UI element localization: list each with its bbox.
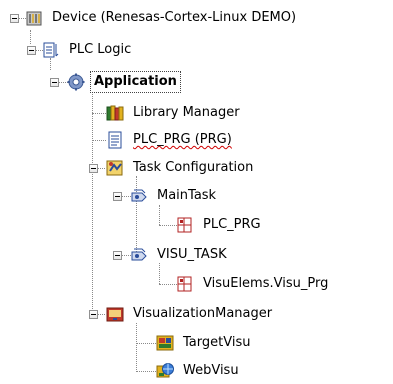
- tree-connector: [92, 140, 106, 141]
- tree-node-visu-task-program-call[interactable]: VisuElems.Visu_Prg: [176, 273, 331, 295]
- tree-connector: [92, 91, 93, 311]
- collapse-toggle-main-task[interactable]: [113, 192, 122, 201]
- plc-logic-icon: [42, 41, 60, 59]
- tree-node-label: VISU_TASK: [157, 247, 227, 262]
- library-books-icon: [106, 104, 124, 122]
- tree-node-library-manager[interactable]: Library Manager: [106, 102, 243, 124]
- collapse-toggle-visu-task[interactable]: [113, 251, 122, 260]
- collapse-toggle-task-configuration[interactable]: [89, 164, 98, 173]
- tree-node-main-task[interactable]: MainTask: [130, 185, 219, 207]
- tree-connector: [97, 314, 105, 315]
- task-icon: [130, 246, 148, 264]
- tree-connector: [159, 284, 177, 285]
- collapse-toggle-application[interactable]: [50, 78, 59, 87]
- tree-connector: [159, 263, 160, 284]
- tree-node-web-visu[interactable]: WebVisu: [156, 360, 242, 382]
- tree-connector: [136, 371, 156, 372]
- device-tree: Device (Renesas-Cortex-Linux DEMO) PLC L…: [0, 0, 393, 381]
- tree-connector: [136, 323, 137, 372]
- tree-node-label: Task Configuration: [133, 160, 254, 175]
- application-gear-icon: [67, 73, 85, 91]
- tree-node-label: MainTask: [157, 188, 217, 203]
- tree-node-label: WebVisu: [183, 363, 239, 378]
- collapse-toggle-plc-logic[interactable]: [27, 46, 36, 55]
- visualization-manager-icon: [106, 305, 124, 323]
- tree-connector: [136, 343, 156, 344]
- task-configuration-icon: [106, 159, 124, 177]
- tree-node-plc-prg[interactable]: PLC_PRG (PRG): [106, 129, 235, 151]
- tree-node-label: Device (Renesas-Cortex-Linux DEMO): [52, 10, 297, 25]
- collapse-toggle-device[interactable]: [10, 14, 19, 23]
- tree-node-visu-task[interactable]: VISU_TASK: [130, 244, 230, 266]
- tree-node-target-visu[interactable]: TargetVisu: [156, 332, 253, 354]
- tree-node-main-task-program-call[interactable]: PLC_PRG: [176, 214, 264, 236]
- tree-connector: [30, 30, 31, 44]
- program-call-icon: [176, 275, 194, 293]
- program-call-icon: [176, 216, 194, 234]
- task-icon: [130, 187, 148, 205]
- tree-node-label: PLC Logic: [69, 42, 132, 57]
- tree-node-plc-logic[interactable]: PLC Logic: [42, 39, 134, 61]
- tree-connector: [159, 205, 160, 225]
- target-visu-icon: [156, 334, 174, 352]
- device-icon: [25, 9, 43, 27]
- tree-node-device[interactable]: Device (Renesas-Cortex-Linux DEMO): [25, 7, 299, 29]
- tree-node-label: VisuElems.Visu_Prg: [203, 276, 329, 291]
- tree-connector: [97, 168, 105, 169]
- tree-node-task-configuration[interactable]: Task Configuration: [106, 157, 256, 179]
- tree-node-label: TargetVisu: [183, 335, 251, 350]
- web-visu-icon: [156, 362, 174, 380]
- tree-node-label: Library Manager: [133, 105, 240, 120]
- tree-connector: [159, 225, 177, 226]
- tree-connector: [92, 113, 106, 114]
- tree-node-visualization-manager[interactable]: VisualizationManager: [106, 303, 275, 325]
- collapse-toggle-visualization-manager[interactable]: [89, 310, 98, 319]
- tree-node-label: VisualizationManager: [133, 306, 273, 321]
- tree-node-label: PLC_PRG (PRG): [133, 132, 232, 147]
- tree-node-label: Application: [90, 71, 181, 93]
- document-icon: [106, 131, 124, 149]
- tree-node-application[interactable]: Application: [67, 71, 181, 93]
- tree-node-label: PLC_PRG: [203, 217, 261, 232]
